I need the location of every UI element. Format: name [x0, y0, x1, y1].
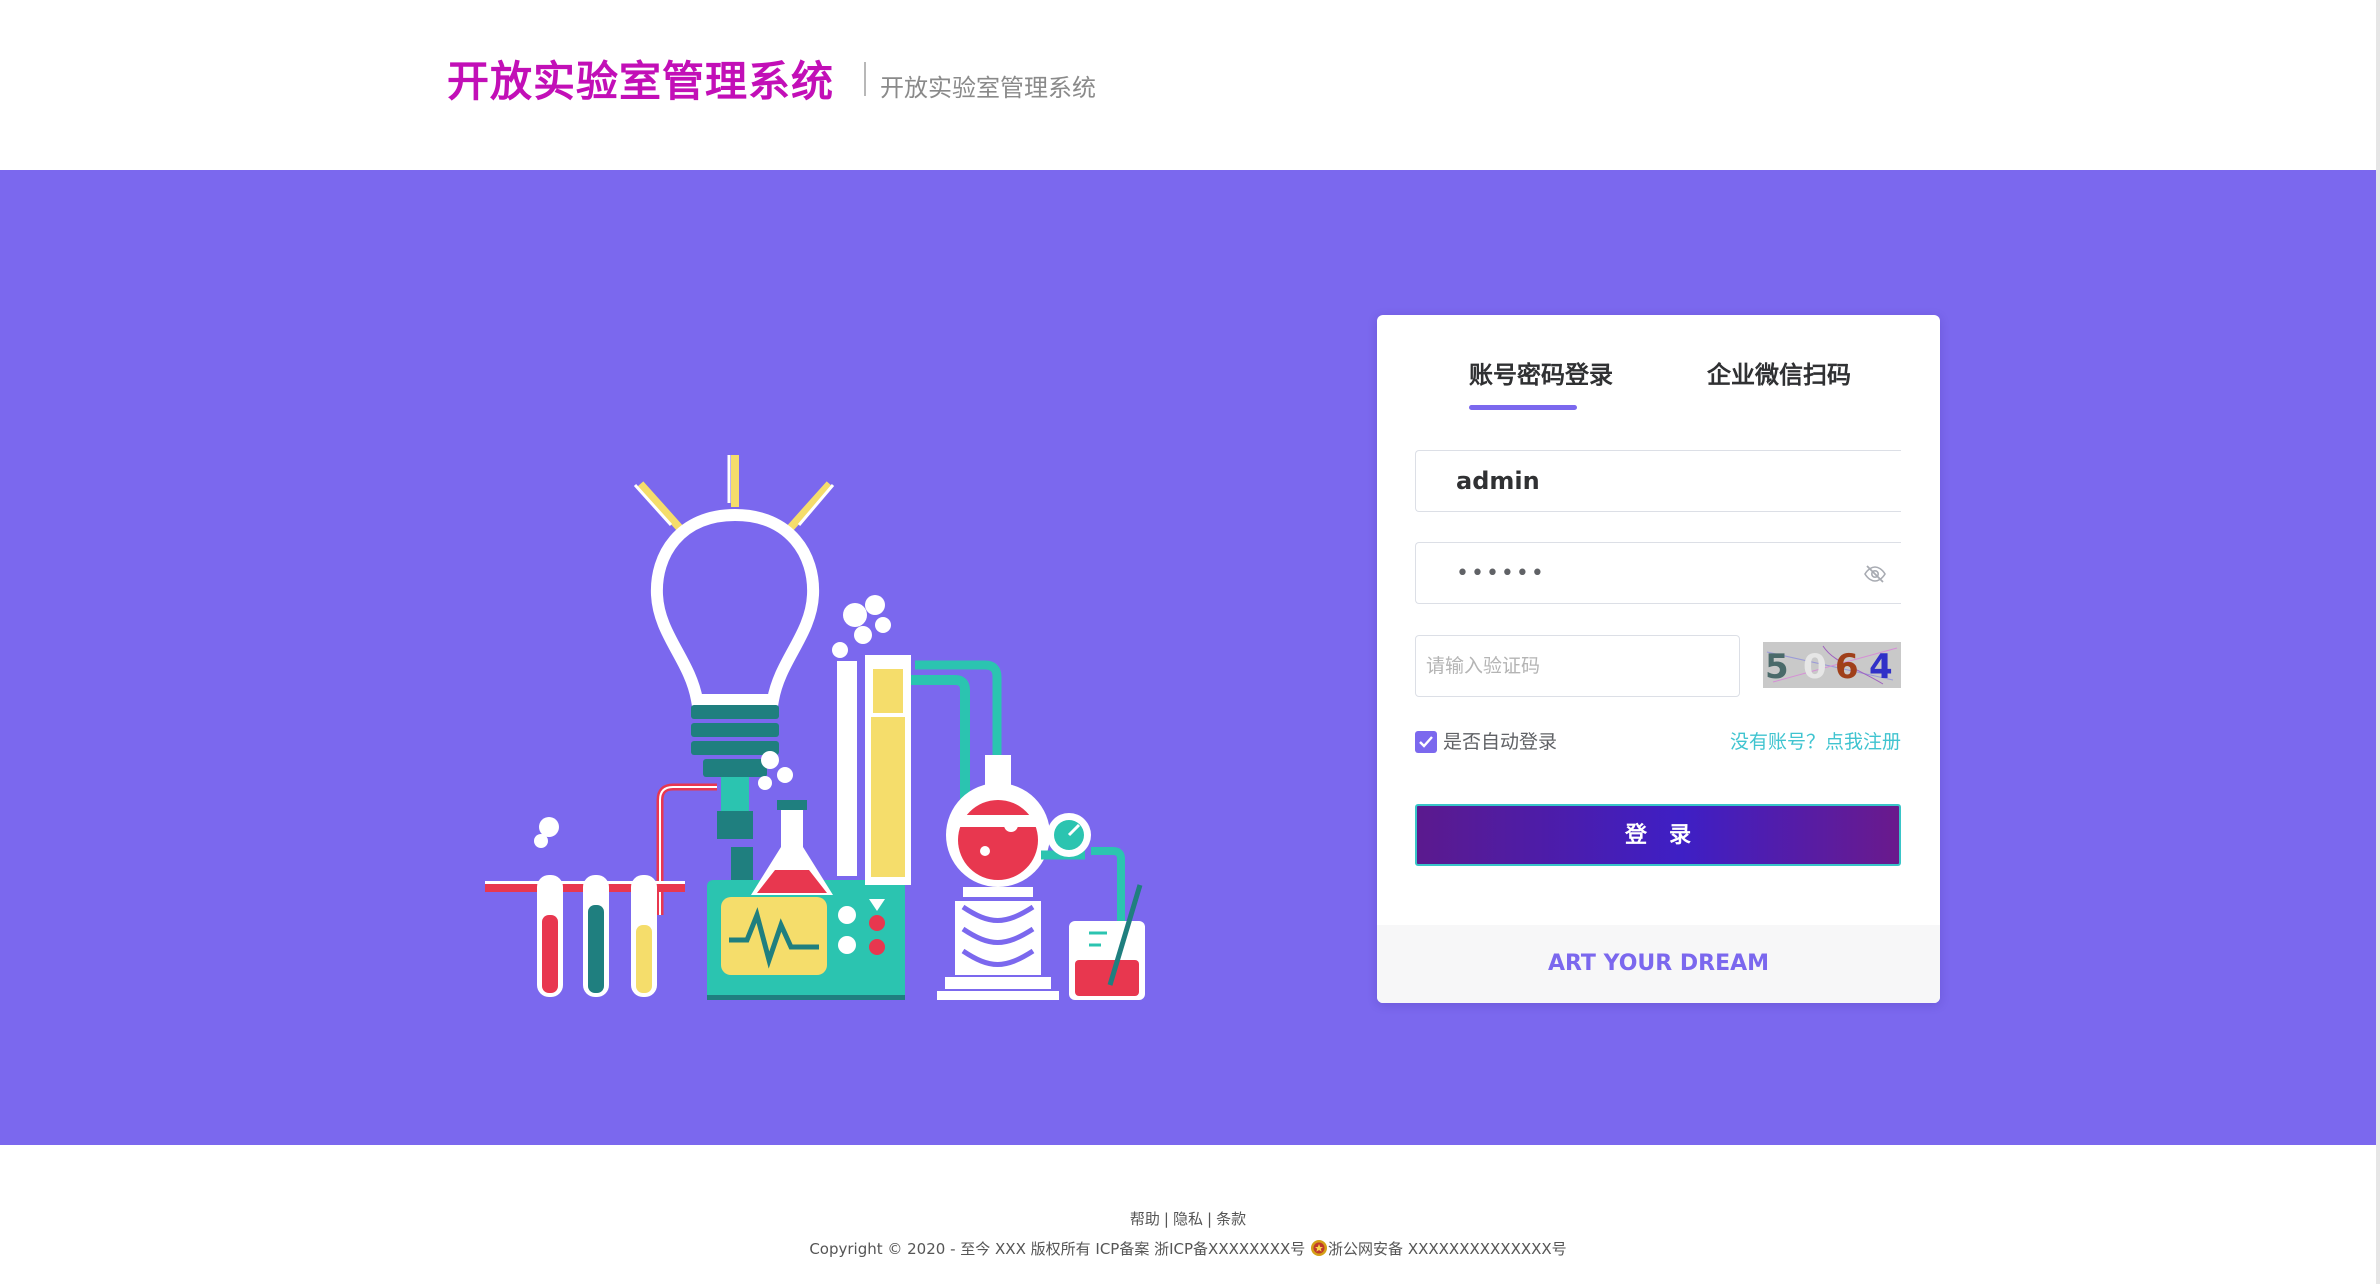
- title-divider: [864, 62, 866, 96]
- login-banner: 账号密码登录 企业微信扫码 5 0 6: [0, 170, 2376, 1145]
- captcha-char-3: 6: [1835, 647, 1859, 687]
- captcha-char-4: 4: [1869, 647, 1893, 687]
- username-field: [1415, 450, 1901, 512]
- test-tube-rack-icon: [485, 875, 685, 997]
- login-card: 账号密码登录 企业微信扫码 5 0 6: [1377, 315, 1940, 1003]
- police-record-text: 浙公网安备 XXXXXXXXXXXXXX号: [1328, 1240, 1567, 1258]
- username-input[interactable]: [1416, 451, 1901, 511]
- round-flask-icon: [937, 755, 1059, 1000]
- card-footer: ART YOUR DREAM: [1377, 925, 1940, 1003]
- laboratory-illustration: [485, 455, 1145, 1000]
- footer-separator: |: [1207, 1210, 1213, 1228]
- footer-link-terms[interactable]: 条款: [1216, 1210, 1246, 1228]
- eye-off-icon[interactable]: [1863, 562, 1887, 586]
- copyright-text: Copyright © 2020 - 至今 XXX 版权所有 ICP备案 浙IC…: [809, 1240, 1306, 1258]
- flask-icon: [751, 800, 833, 895]
- footer-separator: |: [1163, 1210, 1169, 1228]
- site-subtitle: 开放实验室管理系统: [880, 74, 1096, 102]
- site-title: 开放实验室管理系统: [447, 57, 835, 106]
- check-icon: [1419, 736, 1433, 748]
- checkbox-box[interactable]: [1415, 731, 1437, 753]
- login-tabs: 账号密码登录 企业微信扫码: [1377, 355, 1940, 415]
- window-edge: [2376, 0, 2380, 1284]
- footer-link-help[interactable]: 帮助: [1130, 1210, 1160, 1228]
- tab-wechat-qr[interactable]: 企业微信扫码: [1707, 355, 1851, 390]
- captcha-input[interactable]: [1416, 636, 1739, 696]
- copyright-line: Copyright © 2020 - 至今 XXX 版权所有 ICP备案 浙IC…: [0, 1238, 2376, 1260]
- pressure-gauge-icon: [1041, 813, 1125, 925]
- password-input[interactable]: [1416, 543, 1901, 603]
- active-tab-indicator: [1469, 405, 1577, 410]
- auto-login-label: 是否自动登录: [1443, 731, 1558, 753]
- captcha-field: [1415, 635, 1740, 697]
- login-button[interactable]: 登录: [1415, 804, 1901, 866]
- police-badge-icon: [1311, 1240, 1328, 1256]
- slogan-text: ART YOUR DREAM: [1547, 951, 1770, 976]
- password-field: [1415, 542, 1901, 604]
- register-link[interactable]: 没有账号？点我注册: [1730, 729, 1901, 755]
- captcha-char-2: 0: [1803, 647, 1827, 687]
- footer-link-privacy[interactable]: 隐私: [1173, 1210, 1203, 1228]
- captcha-char-1: 5: [1765, 647, 1789, 687]
- page-header: 开放实验室管理系统 开放实验室管理系统: [0, 0, 2380, 170]
- tab-account-password[interactable]: 账号密码登录: [1469, 355, 1613, 390]
- captcha-image[interactable]: 5 0 6 4: [1763, 642, 1901, 688]
- footer-links: 帮助 | 隐私 | 条款: [0, 1208, 2376, 1230]
- beaker-icon: [1069, 884, 1145, 1000]
